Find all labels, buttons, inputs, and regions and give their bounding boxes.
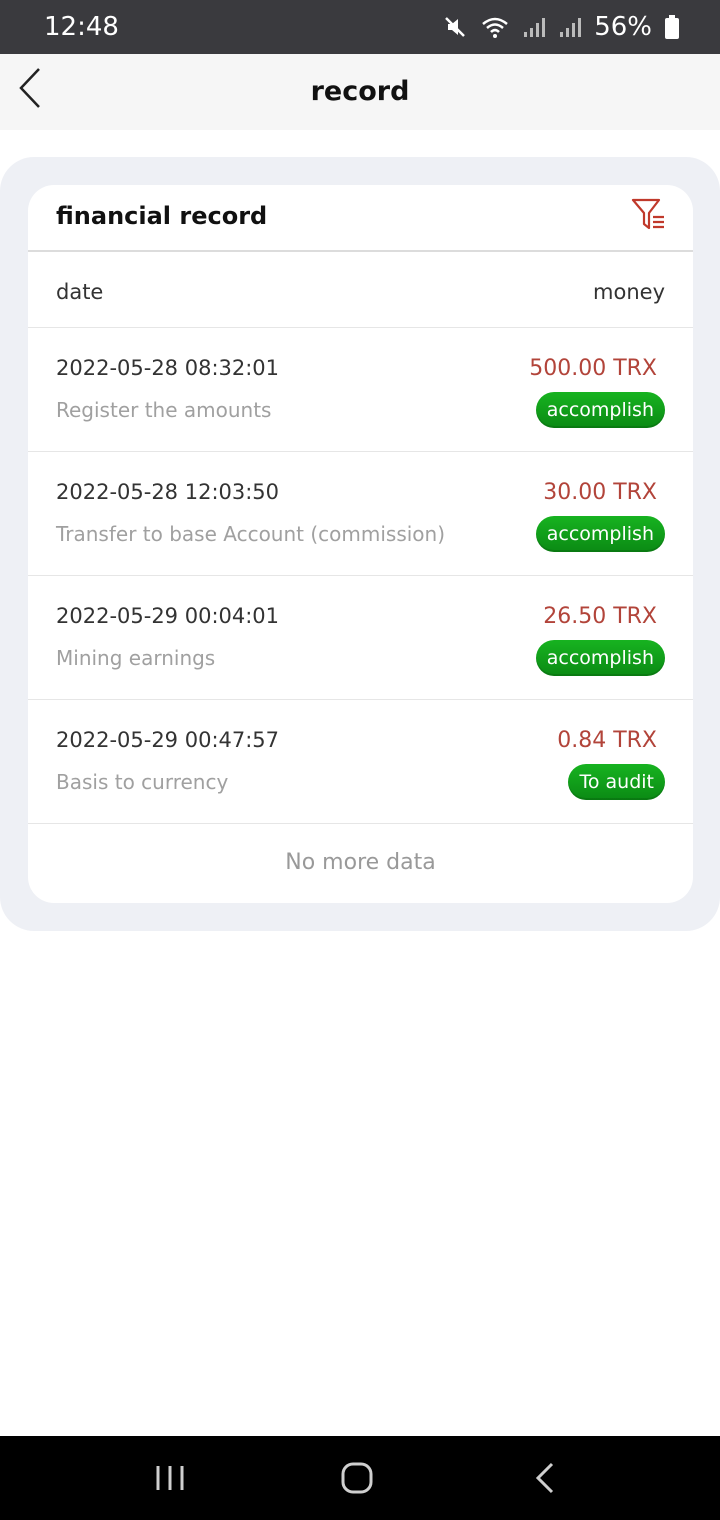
status-badge: accomplish	[535, 392, 665, 428]
record-amount: 0.84 TRX	[557, 728, 657, 753]
record-row[interactable]: 2022-05-29 00:47:57 Basis to currency 0.…	[28, 700, 693, 824]
record-description: Transfer to base Account (commission)	[56, 522, 446, 546]
status-icons: 56%	[442, 12, 680, 42]
home-button[interactable]	[337, 1458, 377, 1502]
home-icon	[337, 1462, 377, 1502]
record-date: 2022-05-28 08:32:01	[56, 356, 280, 380]
navigation-bar	[0, 1436, 720, 1520]
record-amount: 26.50 TRX	[543, 604, 657, 629]
wifi-icon	[480, 14, 510, 40]
record-description: Mining earnings	[56, 646, 216, 670]
record-row[interactable]: 2022-05-28 08:32:01 Register the amounts…	[28, 328, 693, 452]
column-money: money	[593, 280, 665, 304]
card-header: financial record	[28, 185, 693, 252]
record-date: 2022-05-29 00:04:01	[56, 604, 280, 628]
battery-percentage: 56%	[594, 12, 652, 42]
recent-apps-button[interactable]	[150, 1458, 190, 1502]
record-date: 2022-05-28 12:03:50	[56, 480, 280, 504]
record-list: 2022-05-28 08:32:01 Register the amounts…	[28, 328, 693, 824]
status-badge: accomplish	[535, 516, 665, 552]
app-header: record	[0, 54, 720, 130]
status-badge: accomplish	[535, 640, 665, 676]
record-row[interactable]: 2022-05-29 00:04:01 Mining earnings 26.5…	[28, 576, 693, 700]
filter-icon	[629, 198, 669, 239]
status-bar: 12:48 56%	[0, 0, 720, 54]
mute-icon	[442, 14, 468, 40]
record-amount: 500.00 TRX	[529, 356, 657, 381]
battery-icon	[664, 14, 680, 40]
signal-icon	[558, 15, 582, 39]
back-icon	[526, 1462, 566, 1502]
record-row[interactable]: 2022-05-28 12:03:50 Transfer to base Acc…	[28, 452, 693, 576]
status-time: 12:48	[44, 12, 119, 42]
page-title: record	[310, 76, 410, 107]
back-nav-button[interactable]	[526, 1458, 566, 1502]
record-amount: 30.00 TRX	[543, 480, 657, 505]
record-description: Basis to currency	[56, 770, 229, 794]
status-badge: To audit	[568, 764, 665, 800]
record-description: Register the amounts	[56, 398, 272, 422]
financial-record-card: financial record date money 2022-05-28 0…	[28, 185, 693, 903]
record-date: 2022-05-29 00:47:57	[56, 728, 280, 752]
no-more-data: No more data	[285, 850, 436, 875]
recent-apps-icon	[150, 1466, 190, 1502]
signal-icon	[522, 15, 546, 39]
column-header: date money	[28, 252, 693, 328]
filter-button[interactable]	[629, 195, 669, 235]
card-title: financial record	[56, 202, 268, 230]
column-date: date	[56, 280, 104, 304]
